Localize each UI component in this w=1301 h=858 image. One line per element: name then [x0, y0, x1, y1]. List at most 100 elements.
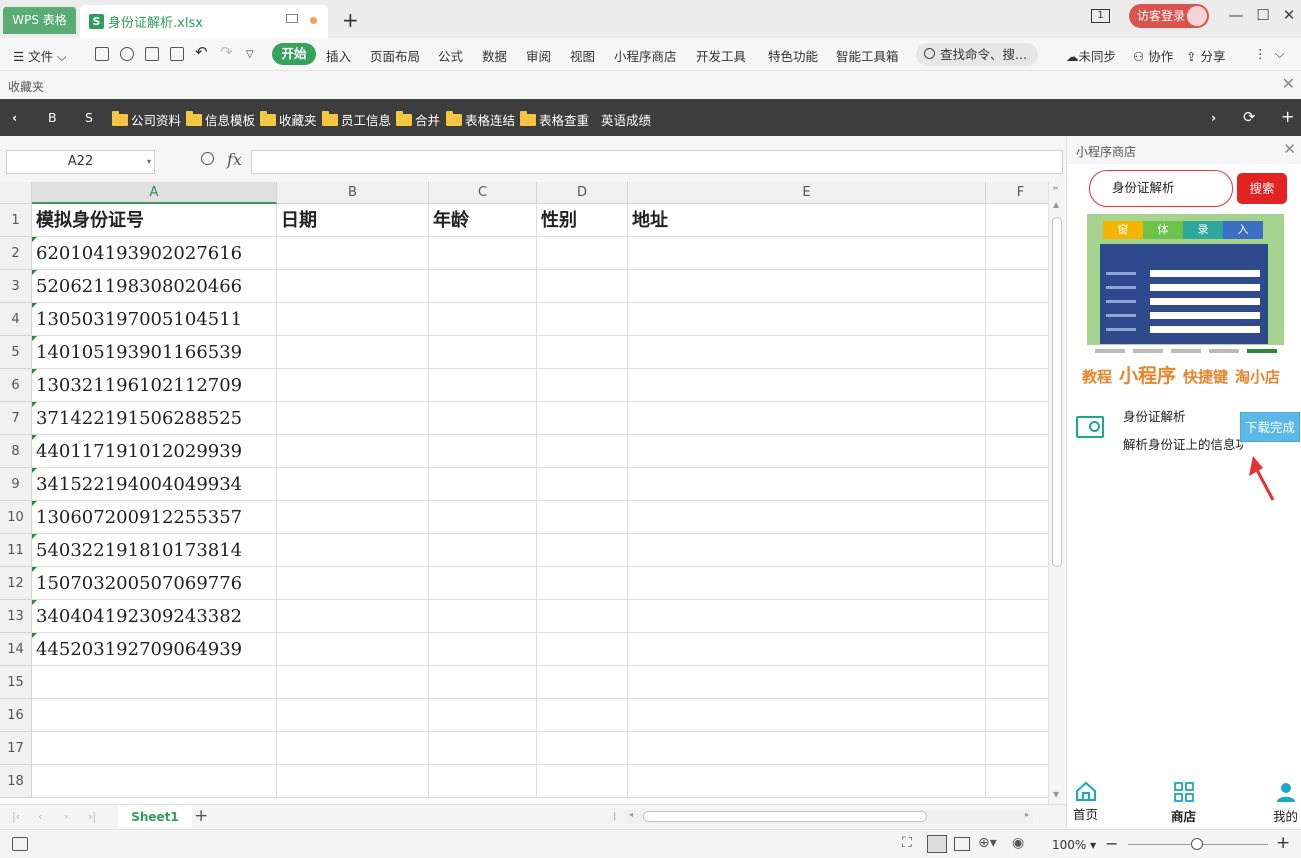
- table-cell[interactable]: [429, 303, 537, 336]
- close-icon[interactable]: ✕: [1279, 6, 1299, 24]
- scroll-down-icon[interactable]: ▼: [1053, 790, 1059, 799]
- table-cell[interactable]: [277, 666, 429, 699]
- table-cell[interactable]: [537, 501, 628, 534]
- download-complete-button[interactable]: 下载完成: [1240, 412, 1300, 442]
- table-cell[interactable]: [32, 765, 277, 798]
- close-icon[interactable]: ✕: [1282, 74, 1295, 93]
- table-cell[interactable]: [628, 501, 986, 534]
- table-cell[interactable]: [986, 765, 1048, 798]
- table-cell[interactable]: [277, 369, 429, 402]
- reading-mode-icon[interactable]: ⊕▾: [978, 835, 997, 851]
- table-cell[interactable]: [628, 600, 986, 633]
- app-tab-wps[interactable]: WPS 表格: [3, 7, 76, 34]
- bookmark-english-scores[interactable]: 英语成绩: [601, 110, 651, 129]
- table-cell[interactable]: [429, 270, 537, 303]
- table-cell[interactable]: [277, 237, 429, 270]
- panel-search-button[interactable]: 搜索: [1237, 173, 1287, 204]
- table-cell[interactable]: [628, 369, 986, 402]
- header-cell[interactable]: 地址: [628, 204, 986, 237]
- new-tab-button[interactable]: +: [342, 8, 359, 32]
- table-cell[interactable]: [628, 468, 986, 501]
- formula-input[interactable]: [251, 150, 1063, 174]
- last-sheet-icon[interactable]: ›|: [88, 810, 96, 823]
- close-icon[interactable]: ✕: [1283, 140, 1296, 158]
- table-cell[interactable]: 150703200507069776: [32, 567, 277, 600]
- header-cell[interactable]: 模拟身份证号: [32, 204, 277, 237]
- table-cell[interactable]: [986, 270, 1048, 303]
- fx-icon[interactable]: fx: [227, 150, 242, 169]
- fullscreen-icon[interactable]: ⛶: [902, 835, 912, 851]
- name-box[interactable]: A22 ▾: [6, 150, 155, 174]
- row-header[interactable]: 13: [0, 600, 32, 633]
- bookmark-info-templates[interactable]: 信息模板: [186, 110, 255, 129]
- document-tab[interactable]: S 身份证解析.xlsx: [80, 5, 328, 38]
- table-cell[interactable]: 520621198308020466: [32, 270, 277, 303]
- table-cell[interactable]: 445203192709064939: [32, 633, 277, 666]
- table-cell[interactable]: [537, 600, 628, 633]
- promo-link-shortcuts[interactable]: 快捷键: [1183, 366, 1228, 387]
- tab-smart-toolbox[interactable]: 智能工具箱: [836, 46, 899, 65]
- zoom-in-icon[interactable]: +: [1276, 833, 1290, 853]
- table-cell[interactable]: 540322191810173814: [32, 534, 277, 567]
- row-header[interactable]: 4: [0, 303, 32, 336]
- table-cell[interactable]: [277, 435, 429, 468]
- tab-insert[interactable]: 插入: [326, 46, 351, 65]
- zoom-out-icon[interactable]: −: [1105, 834, 1118, 853]
- vertical-scrollbar[interactable]: ═ ▲ ▼: [1048, 182, 1065, 804]
- table-cell[interactable]: 140105193901166539: [32, 336, 277, 369]
- table-cell[interactable]: [429, 666, 537, 699]
- table-cell[interactable]: [277, 336, 429, 369]
- table-cell[interactable]: [277, 534, 429, 567]
- table-cell[interactable]: [537, 666, 628, 699]
- row-header[interactable]: 16: [0, 699, 32, 732]
- nav-store[interactable]: 商店: [1171, 781, 1196, 825]
- chevron-right-icon[interactable]: ›: [1211, 110, 1216, 125]
- header-cell[interactable]: 日期: [277, 204, 429, 237]
- table-cell[interactable]: [537, 765, 628, 798]
- redo-icon[interactable]: ↷: [220, 43, 233, 61]
- table-cell[interactable]: [429, 369, 537, 402]
- table-cell[interactable]: 130503197005104511: [32, 303, 277, 336]
- table-cell[interactable]: [429, 435, 537, 468]
- row-header[interactable]: 6: [0, 369, 32, 402]
- scroll-left-icon[interactable]: ◂: [629, 810, 633, 819]
- table-cell[interactable]: [429, 600, 537, 633]
- add-sheet-button[interactable]: +: [194, 806, 208, 826]
- table-cell[interactable]: [537, 402, 628, 435]
- table-cell[interactable]: [986, 633, 1048, 666]
- table-cell[interactable]: [429, 534, 537, 567]
- nav-home[interactable]: 首页: [1073, 781, 1098, 823]
- table-cell[interactable]: [537, 699, 628, 732]
- table-cell[interactable]: 130607200912255357: [32, 501, 277, 534]
- chevron-left-icon[interactable]: ‹: [12, 110, 17, 125]
- zoom-icon[interactable]: [201, 152, 214, 165]
- table-cell[interactable]: [628, 534, 986, 567]
- table-cell[interactable]: [986, 600, 1048, 633]
- table-cell[interactable]: [429, 765, 537, 798]
- table-cell[interactable]: [429, 732, 537, 765]
- tab-developer-tools[interactable]: 开发工具: [696, 46, 746, 65]
- table-cell[interactable]: [277, 633, 429, 666]
- table-cell[interactable]: [537, 732, 628, 765]
- column-header-f[interactable]: F: [986, 182, 1048, 204]
- splitter-icon[interactable]: ⁞: [613, 810, 617, 823]
- bookmark-b[interactable]: B: [48, 110, 57, 125]
- table-cell[interactable]: [986, 732, 1048, 765]
- table-cell[interactable]: [277, 732, 429, 765]
- table-cell[interactable]: [429, 633, 537, 666]
- select-all-corner[interactable]: [0, 182, 32, 204]
- table-cell[interactable]: [986, 303, 1048, 336]
- table-cell[interactable]: [429, 501, 537, 534]
- monitor-icon[interactable]: [286, 14, 298, 23]
- bookmark-table-dedupe[interactable]: 表格查重: [520, 110, 589, 129]
- zoom-slider-knob[interactable]: [1191, 838, 1203, 850]
- table-cell[interactable]: 371422191506288525: [32, 402, 277, 435]
- table-cell[interactable]: [628, 336, 986, 369]
- column-header-e[interactable]: E: [628, 182, 986, 204]
- table-cell[interactable]: 340404192309243382: [32, 600, 277, 633]
- tab-view[interactable]: 视图: [570, 46, 595, 65]
- header-cell[interactable]: 性别: [537, 204, 628, 237]
- bookmark-employee-info[interactable]: 员工信息: [322, 110, 391, 129]
- bookmark-merge[interactable]: 合并: [396, 110, 440, 129]
- eye-protection-icon[interactable]: ◉: [1012, 835, 1024, 851]
